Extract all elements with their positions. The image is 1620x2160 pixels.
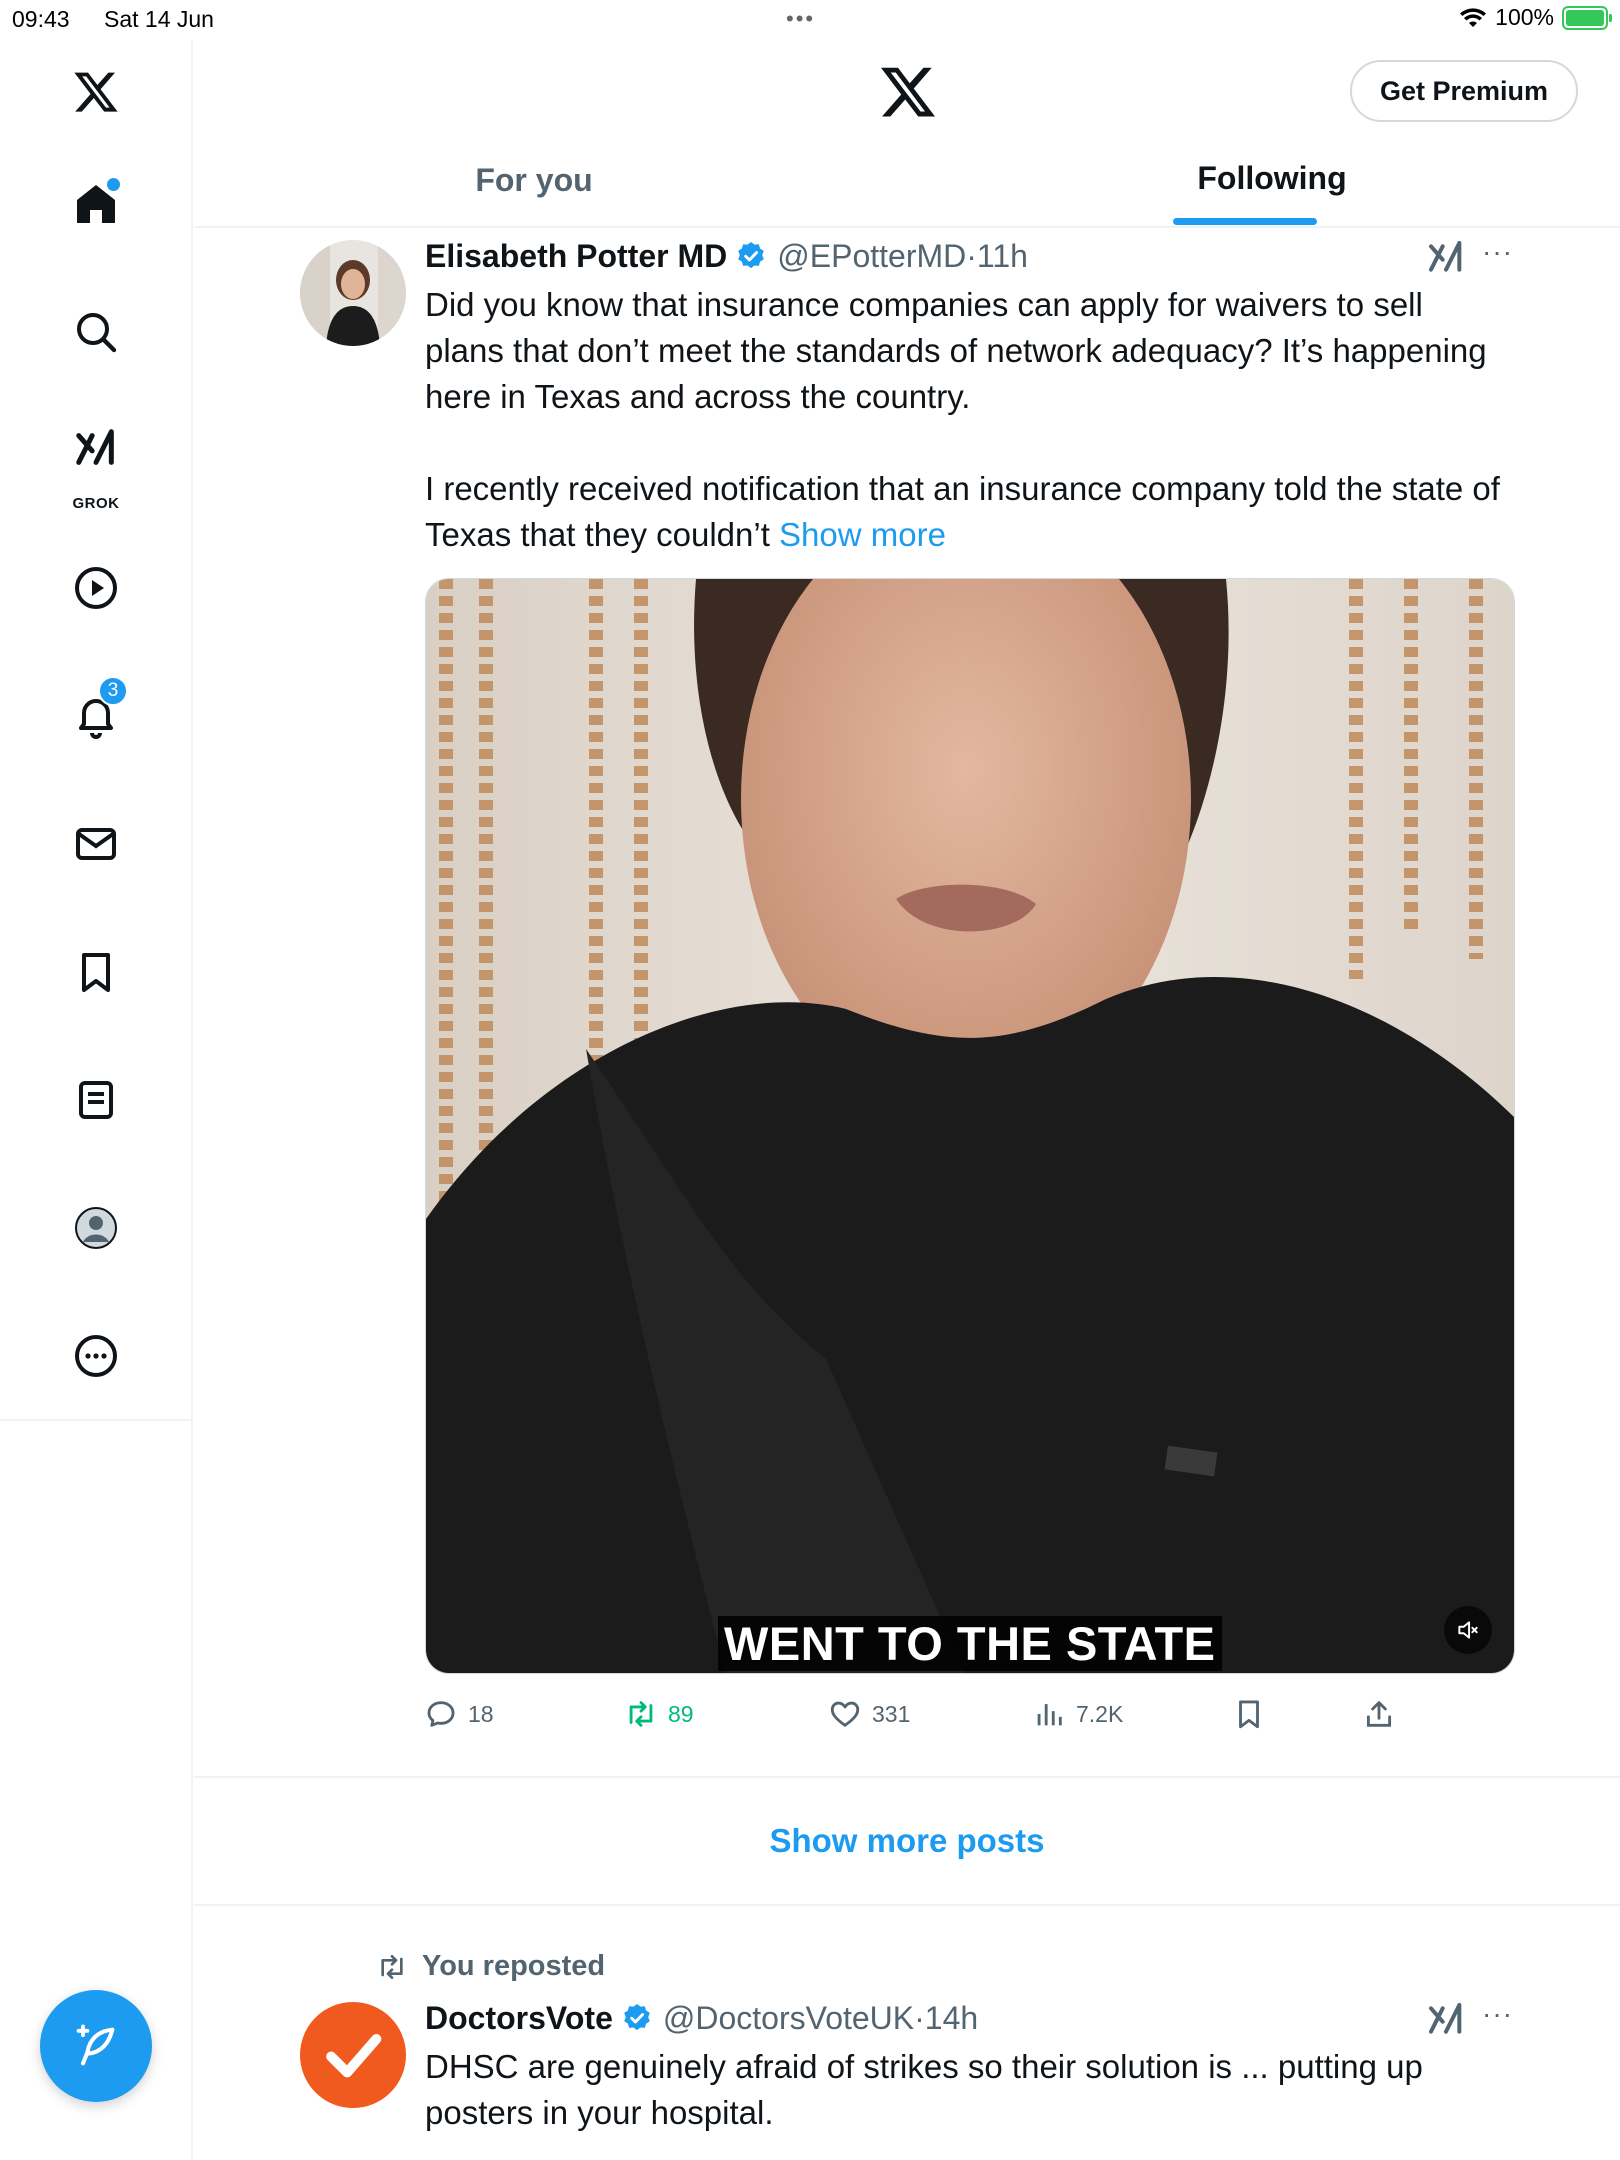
grok-icon[interactable] bbox=[1426, 2000, 1466, 2040]
repost-icon bbox=[629, 1701, 653, 1727]
repost-label[interactable]: You reposted bbox=[422, 1950, 605, 1983]
tweet-time[interactable]: 14h bbox=[925, 2000, 978, 2037]
x-logo-icon bbox=[74, 72, 118, 112]
tweet-author-row: DoctorsVote @DoctorsVoteUK · 14h bbox=[425, 1998, 978, 2038]
tweet[interactable]: Elisabeth Potter MD @EPotterMD · 11h ···… bbox=[194, 228, 1620, 1776]
x-logo-icon[interactable] bbox=[878, 62, 938, 122]
get-premium-button[interactable]: Get Premium bbox=[1350, 60, 1578, 122]
author-name[interactable]: DoctorsVote bbox=[425, 2000, 613, 2037]
tweet-text: DHSC are genuinely afraid of strikes so … bbox=[425, 2048, 1433, 2131]
tweet-text: Did you know that insurance companies ca… bbox=[425, 282, 1505, 558]
reply-button[interactable]: 18 bbox=[424, 1694, 494, 1734]
more-options-icon[interactable]: ··· bbox=[1482, 1994, 1522, 2034]
sidebar-item-messages[interactable] bbox=[56, 804, 136, 884]
compose-button[interactable] bbox=[40, 1990, 152, 2102]
multitasking-dots-icon[interactable]: ••• bbox=[786, 6, 815, 32]
author-handle[interactable]: @DoctorsVoteUK bbox=[663, 2000, 914, 2037]
status-right: 100% bbox=[1459, 4, 1612, 31]
active-tab-indicator bbox=[1173, 218, 1317, 225]
sidebar-item-bookmarks[interactable] bbox=[56, 932, 136, 1012]
verified-badge-icon bbox=[624, 2004, 650, 2031]
tweet-video[interactable] bbox=[425, 578, 1515, 1674]
tweet[interactable]: DoctorsVote @DoctorsVoteUK · 14h ··· DHS… bbox=[194, 1990, 1620, 2160]
home-unread-dot bbox=[107, 178, 120, 191]
author-handle[interactable]: @EPotterMD bbox=[777, 238, 966, 275]
sidebar-item-video[interactable] bbox=[56, 548, 136, 628]
repost-count: 89 bbox=[668, 1700, 694, 1727]
share-button[interactable] bbox=[1362, 1694, 1396, 1734]
timeline-header: Get Premium For you Following bbox=[194, 40, 1620, 228]
views-count: 7.2K bbox=[1076, 1700, 1124, 1727]
mail-icon bbox=[76, 828, 116, 860]
sidebar-nav: GROK 3 bbox=[0, 40, 193, 2160]
video-caption: WENT TO THE STATE bbox=[718, 1616, 1222, 1671]
views-button[interactable]: 7.2K bbox=[1032, 1694, 1123, 1734]
status-time: 09:43 bbox=[12, 6, 70, 32]
bookmark-icon bbox=[1239, 1700, 1259, 1729]
grok-icon[interactable] bbox=[1426, 238, 1466, 278]
tab-for-you[interactable]: For you bbox=[414, 140, 654, 226]
repost-icon bbox=[381, 1954, 403, 1979]
mute-button[interactable] bbox=[1444, 1606, 1492, 1654]
status-bar: 09:43 Sat 14 Jun ••• 100% bbox=[0, 0, 1620, 40]
sidebar-item-more[interactable] bbox=[56, 1316, 136, 1396]
reply-count: 18 bbox=[468, 1700, 494, 1727]
sidebar-item-x-logo[interactable] bbox=[56, 52, 136, 132]
tab-following[interactable]: Following bbox=[1148, 140, 1396, 226]
more-circle-icon bbox=[75, 1335, 117, 1377]
list-icon bbox=[79, 1081, 113, 1119]
sidebar-item-notifications[interactable]: 3 bbox=[56, 676, 136, 756]
video-frame bbox=[426, 579, 1514, 1673]
avatar[interactable] bbox=[300, 240, 406, 346]
video-play-icon bbox=[75, 567, 117, 609]
show-more-posts-button[interactable]: Show more posts bbox=[194, 1776, 1620, 1906]
sidebar-item-lists[interactable] bbox=[56, 1060, 136, 1140]
repost-context: You reposted bbox=[376, 1950, 605, 1983]
wifi-icon bbox=[1460, 7, 1487, 27]
battery-icon bbox=[1562, 5, 1612, 30]
tweet-time[interactable]: 11h bbox=[977, 238, 1028, 275]
like-count: 331 bbox=[872, 1700, 911, 1727]
sidebar-item-home[interactable] bbox=[56, 164, 136, 244]
share-icon bbox=[1366, 1701, 1392, 1727]
sidebar-item-grok[interactable]: GROK bbox=[56, 418, 136, 518]
avatar[interactable] bbox=[300, 2002, 406, 2108]
status-date: Sat 14 Jun bbox=[104, 6, 214, 32]
repost-button[interactable]: 89 bbox=[624, 1694, 694, 1734]
bookmark-button[interactable] bbox=[1232, 1694, 1266, 1734]
sidebar-item-explore[interactable] bbox=[56, 292, 136, 372]
more-options-icon[interactable]: ··· bbox=[1482, 232, 1522, 272]
bookmark-icon bbox=[82, 953, 110, 992]
battery-percent: 100% bbox=[1495, 4, 1554, 30]
speaker-muted-icon bbox=[1458, 1621, 1478, 1639]
grok-label: GROK bbox=[72, 495, 120, 512]
compose-feather-icon bbox=[76, 2024, 115, 2066]
profile-icon bbox=[75, 1207, 117, 1249]
verified-badge-icon bbox=[738, 242, 765, 269]
search-icon bbox=[77, 313, 117, 353]
separator-dot: · bbox=[914, 1999, 925, 2036]
tweet-author-row: Elisabeth Potter MD @EPotterMD · 11h bbox=[425, 236, 1028, 276]
checkmark-logo-icon bbox=[326, 2034, 382, 2078]
sidebar-item-profile[interactable] bbox=[56, 1188, 136, 1268]
tweet-actions: 18 89 331 7.2K bbox=[424, 1694, 1424, 1734]
sidebar-divider bbox=[0, 1419, 192, 1421]
grok-icon bbox=[76, 429, 114, 465]
views-chart-icon bbox=[1037, 1704, 1062, 1726]
reply-icon bbox=[427, 1701, 455, 1727]
separator-dot: · bbox=[966, 237, 977, 274]
tweet-text-body: Did you know that insurance companies ca… bbox=[425, 286, 1500, 553]
show-more-link[interactable]: Show more bbox=[779, 516, 946, 553]
like-button[interactable]: 331 bbox=[828, 1694, 910, 1734]
notification-badge: 3 bbox=[98, 676, 128, 706]
heart-icon bbox=[830, 1701, 860, 1727]
author-name[interactable]: Elisabeth Potter MD bbox=[425, 238, 727, 275]
